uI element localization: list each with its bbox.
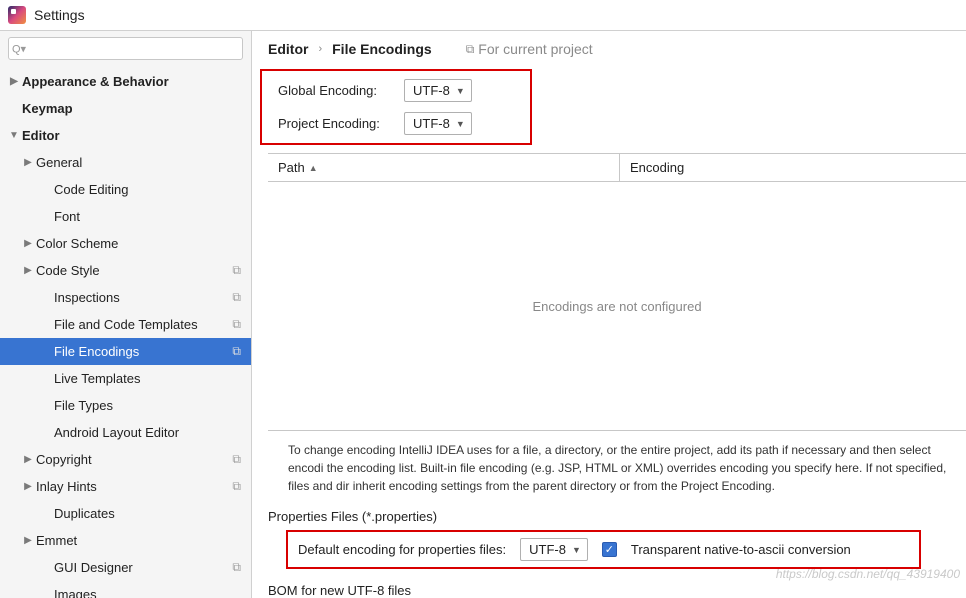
- global-encoding-label: Global Encoding:: [278, 83, 404, 98]
- properties-settings-highlight: Default encoding for properties files: U…: [286, 530, 921, 569]
- breadcrumb: Editor › File Encodings ⧉ For current pr…: [268, 41, 966, 57]
- sidebar-item-label: GUI Designer: [54, 560, 133, 575]
- sidebar-item-label: Keymap: [22, 101, 73, 116]
- copy-icon: ⧉: [232, 263, 241, 278]
- tree-arrow-icon: ▶: [22, 157, 34, 168]
- chevron-down-icon: ▼: [456, 86, 465, 96]
- sidebar-item-gui-designer[interactable]: GUI Designer ⧉: [0, 554, 251, 581]
- encoding-settings-highlight: Global Encoding: UTF-8 ▼ Project Encodin…: [260, 69, 532, 145]
- sidebar-item-appearance-behavior[interactable]: ▶Appearance & Behavior: [0, 68, 251, 95]
- properties-section-label: Properties Files (*.properties): [268, 505, 966, 530]
- copy-icon: ⧉: [466, 42, 475, 57]
- hint-text: For current project: [478, 41, 592, 57]
- settings-tree: ▶Appearance & BehaviorKeymap▼Editor▶Gene…: [0, 64, 251, 598]
- window-title: Settings: [34, 7, 85, 23]
- copy-icon: ⧉: [232, 317, 241, 332]
- tree-arrow-icon: ▶: [22, 481, 34, 492]
- copy-icon: ⧉: [232, 290, 241, 305]
- sidebar-item-label: Font: [54, 209, 80, 224]
- sidebar-item-general[interactable]: ▶General: [0, 149, 251, 176]
- tree-arrow-icon: ▶: [22, 454, 34, 465]
- sidebar-item-emmet[interactable]: ▶Emmet: [0, 527, 251, 554]
- project-encoding-value: UTF-8: [413, 116, 450, 131]
- sidebar-item-code-editing[interactable]: Code Editing: [0, 176, 251, 203]
- sidebar-item-android-layout-editor[interactable]: Android Layout Editor: [0, 419, 251, 446]
- breadcrumb-root[interactable]: Editor: [268, 41, 308, 57]
- default-props-encoding-dropdown[interactable]: UTF-8 ▼: [520, 538, 588, 561]
- tree-arrow-icon: ▶: [8, 76, 20, 87]
- window-header: Settings: [0, 0, 966, 31]
- project-encoding-label: Project Encoding:: [278, 116, 404, 131]
- sidebar-item-label: Live Templates: [54, 371, 140, 386]
- sidebar-item-code-style[interactable]: ▶Code Style ⧉: [0, 257, 251, 284]
- sidebar-item-label: Color Scheme: [36, 236, 118, 251]
- copy-icon: ⧉: [232, 344, 241, 359]
- sidebar-item-label: Appearance & Behavior: [22, 74, 169, 89]
- sort-asc-icon: ▲: [309, 163, 318, 173]
- breadcrumb-leaf: File Encodings: [332, 41, 432, 57]
- sidebar-item-color-scheme[interactable]: ▶Color Scheme: [0, 230, 251, 257]
- sidebar-item-keymap[interactable]: Keymap: [0, 95, 251, 122]
- copy-icon: ⧉: [232, 479, 241, 494]
- encoding-column-header[interactable]: Encoding: [620, 154, 694, 181]
- sidebar-item-label: Inspections: [54, 290, 120, 305]
- sidebar-item-file-and-code-templates[interactable]: File and Code Templates ⧉: [0, 311, 251, 338]
- project-encoding-dropdown[interactable]: UTF-8 ▼: [404, 112, 472, 135]
- sidebar-item-label: Images: [54, 587, 97, 598]
- search-icon: Q▾: [12, 42, 26, 55]
- sidebar-item-label: Code Style: [36, 263, 100, 278]
- tree-arrow-icon: ▶: [22, 238, 34, 249]
- breadcrumb-separator: ›: [318, 43, 322, 55]
- global-encoding-value: UTF-8: [413, 83, 450, 98]
- encoding-hint-text: To change encoding IntelliJ IDEA uses fo…: [268, 431, 966, 505]
- sidebar-item-label: File and Code Templates: [54, 317, 198, 332]
- encoding-table-body: Encodings are not configured: [268, 182, 966, 431]
- main-panel: Editor › File Encodings ⧉ For current pr…: [252, 31, 966, 598]
- search-input[interactable]: [8, 37, 243, 60]
- sidebar-item-label: Editor: [22, 128, 60, 143]
- default-props-encoding-label: Default encoding for properties files:: [298, 542, 506, 557]
- copy-icon: ⧉: [232, 560, 241, 575]
- sidebar-item-label: Copyright: [36, 452, 92, 467]
- sidebar-item-images[interactable]: Images: [0, 581, 251, 598]
- tree-arrow-icon: ▼: [8, 130, 20, 141]
- chevron-down-icon: ▼: [456, 119, 465, 129]
- sidebar-item-label: Inlay Hints: [36, 479, 97, 494]
- sidebar-item-file-encodings[interactable]: File Encodings ⧉: [0, 338, 251, 365]
- tree-arrow-icon: ▶: [22, 535, 34, 546]
- encoding-table-header: Path ▲ Encoding: [268, 153, 966, 182]
- transparent-ascii-checkbox[interactable]: ✓: [602, 542, 617, 557]
- sidebar-item-live-templates[interactable]: Live Templates: [0, 365, 251, 392]
- sidebar-item-label: Emmet: [36, 533, 77, 548]
- chevron-down-icon: ▼: [572, 545, 581, 555]
- default-props-encoding-value: UTF-8: [529, 542, 566, 557]
- app-icon: [8, 6, 26, 24]
- transparent-ascii-label: Transparent native-to-ascii conversion: [631, 542, 851, 557]
- current-project-hint: ⧉ For current project: [466, 41, 593, 57]
- empty-table-message: Encodings are not configured: [532, 299, 701, 314]
- sidebar-item-file-types[interactable]: File Types: [0, 392, 251, 419]
- watermark: https://blog.csdn.net/qq_43919400: [776, 567, 960, 581]
- sidebar-item-label: Duplicates: [54, 506, 115, 521]
- sidebar-item-label: General: [36, 155, 82, 170]
- sidebar-item-label: File Encodings: [54, 344, 139, 359]
- sidebar-item-label: Code Editing: [54, 182, 128, 197]
- path-column-header[interactable]: Path ▲: [268, 154, 620, 181]
- sidebar-item-font[interactable]: Font: [0, 203, 251, 230]
- sidebar-item-copyright[interactable]: ▶Copyright ⧉: [0, 446, 251, 473]
- sidebar-item-duplicates[interactable]: Duplicates: [0, 500, 251, 527]
- sidebar-item-label: File Types: [54, 398, 113, 413]
- sidebar-item-editor[interactable]: ▼Editor: [0, 122, 251, 149]
- sidebar-item-inlay-hints[interactable]: ▶Inlay Hints ⧉: [0, 473, 251, 500]
- settings-sidebar: Q▾ ▶Appearance & BehaviorKeymap▼Editor▶G…: [0, 31, 252, 598]
- copy-icon: ⧉: [232, 452, 241, 467]
- sidebar-item-label: Android Layout Editor: [54, 425, 179, 440]
- global-encoding-dropdown[interactable]: UTF-8 ▼: [404, 79, 472, 102]
- search-box: Q▾: [8, 37, 243, 60]
- tree-arrow-icon: ▶: [22, 265, 34, 276]
- sidebar-item-inspections[interactable]: Inspections ⧉: [0, 284, 251, 311]
